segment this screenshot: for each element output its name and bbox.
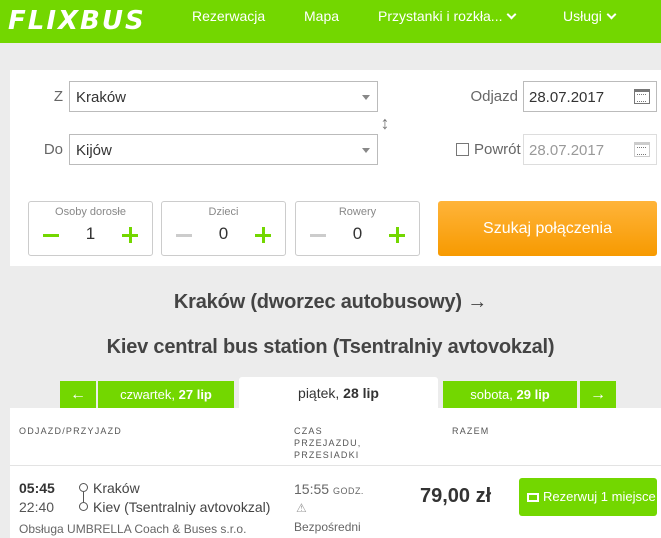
nav-przystanki[interactable]: Przystanki i rozkła...: [378, 8, 517, 24]
next-day-name: sobota,: [470, 387, 513, 402]
prev-day-date: 27 lip: [178, 387, 212, 402]
nav-rezerwacja[interactable]: Rezerwacja: [192, 8, 265, 24]
route-title-line2: Kiev central bus station (Tsentralniy av…: [106, 336, 555, 358]
bikes-label: Rowery: [338, 206, 377, 218]
departure-time: 05:45: [19, 480, 55, 496]
search-button[interactable]: Szukaj połączenia: [438, 201, 657, 256]
arrival-stop[interactable]: Kiev (Tsentralniy avtovokzal): [93, 499, 270, 515]
nav-uslugi[interactable]: Usługi: [563, 8, 617, 24]
route-title-line1: Kraków (dworzec autobusowy) →: [173, 291, 488, 313]
from-label: Z: [53, 88, 63, 105]
calendar-icon: [634, 89, 650, 104]
tab-active-day[interactable]: piątek, 28 lip: [239, 377, 438, 409]
to-select[interactable]: Kijów: [69, 134, 378, 165]
flixbus-logo[interactable]: FLIXBUS: [8, 6, 146, 36]
arrival-time: 22:40: [19, 499, 55, 515]
duration-value: 15:55: [294, 481, 330, 497]
caret-down-icon: [362, 148, 370, 153]
book-button-label: Rezerwuj 1 miejsce: [543, 489, 656, 504]
depart-date-value: 28.07.2017: [529, 89, 605, 106]
transfer-info: Bezpośredni: [294, 520, 361, 534]
route-start-dot: [79, 483, 88, 492]
row-divider: [10, 465, 661, 466]
to-value: Kijów: [76, 142, 112, 159]
plus-icon[interactable]: [122, 227, 138, 243]
nav-uslugi-label: Usługi: [563, 8, 602, 24]
return-date-input[interactable]: 28.07.2017: [523, 134, 657, 165]
price: 79,00 zł: [420, 485, 492, 507]
book-button[interactable]: Rezerwuj 1 miejsce: [519, 478, 657, 516]
duration: 15:55 GODZ.: [294, 481, 364, 497]
operator-name: Obsługa UMBRELLA Coach & Buses s.r.o.: [19, 522, 247, 536]
adults-label: Osoby dorosłe: [55, 206, 126, 218]
swap-icon[interactable]: ↕: [378, 111, 392, 135]
tab-prev-day[interactable]: czwartek, 27 lip: [98, 381, 234, 408]
return-label: Powrót: [474, 141, 521, 158]
from-select[interactable]: Kraków: [69, 81, 378, 112]
adults-counter: Osoby dorosłe 1: [28, 201, 153, 256]
cart-icon: [527, 493, 539, 502]
prev-day-name: czwartek,: [120, 387, 176, 402]
col-duration-3: PRZESIADKI: [294, 450, 360, 460]
col-duration-2: PRZEJAZDU,: [294, 438, 362, 448]
duration-unit: GODZ.: [332, 486, 364, 496]
tab-next-day[interactable]: sobota, 29 lip: [443, 381, 577, 408]
from-value: Kraków: [76, 89, 127, 106]
chevron-down-icon: [606, 9, 617, 20]
children-counter: Dzieci 0: [161, 201, 286, 256]
next-day-arrow[interactable]: →: [580, 381, 616, 408]
prev-day-arrow[interactable]: ←: [60, 381, 96, 408]
plus-icon[interactable]: [255, 227, 271, 243]
plus-icon[interactable]: [389, 227, 405, 243]
calendar-icon: [634, 142, 650, 157]
route-line: [83, 492, 84, 502]
children-label: Dzieci: [208, 206, 239, 218]
top-header: FLIXBUS Rezerwacja Mapa Przystanki i roz…: [0, 0, 661, 43]
chevron-down-icon: [507, 9, 517, 20]
depart-date-input[interactable]: 28.07.2017: [523, 81, 657, 112]
warning-icon[interactable]: ⚠: [296, 501, 307, 515]
route-end-dot: [79, 502, 88, 511]
active-day-name: piątek,: [298, 385, 340, 401]
active-day-date: 28 lip: [343, 385, 379, 401]
caret-down-icon: [362, 95, 370, 100]
return-date-value: 28.07.2017: [529, 142, 605, 159]
nav-mapa[interactable]: Mapa: [304, 8, 339, 24]
departure-stop[interactable]: Kraków: [93, 480, 140, 496]
col-total: RAZEM: [452, 426, 490, 436]
to-label: Do: [43, 141, 63, 158]
return-checkbox[interactable]: [456, 143, 469, 156]
col-duration-1: CZAS: [294, 426, 323, 436]
nav-przystanki-label: Przystanki i rozkła...: [378, 8, 503, 24]
depart-label: Odjazd: [470, 88, 518, 105]
col-depart-arrive: ODJAZD/PRZYJAZD: [19, 426, 123, 436]
bikes-counter: Rowery 0: [295, 201, 420, 256]
next-day-date: 29 lip: [516, 387, 550, 402]
